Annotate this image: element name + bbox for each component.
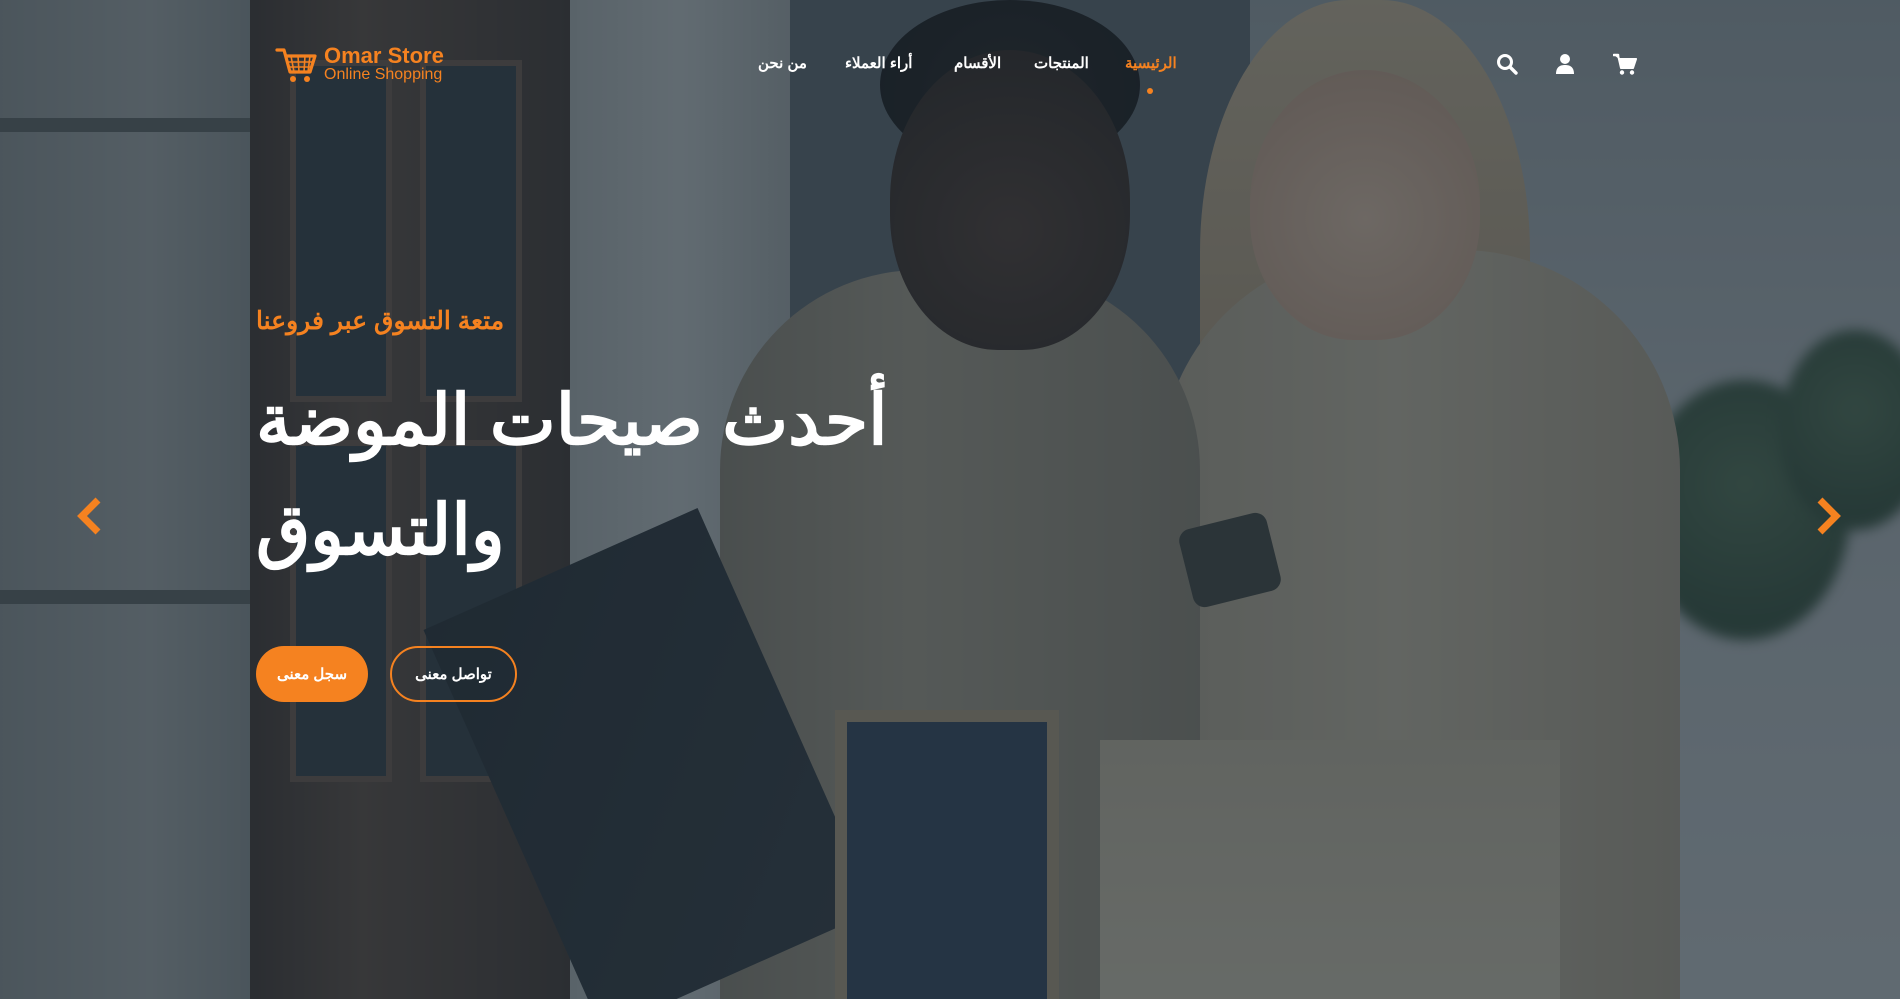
chevron-right-icon[interactable]: [1812, 494, 1846, 538]
nav-item-products[interactable]: المنتجات: [1034, 54, 1089, 72]
nav-item-testimonials[interactable]: أراء العملاء: [845, 54, 912, 72]
active-nav-indicator: [1147, 88, 1153, 94]
user-icon[interactable]: [1553, 52, 1577, 76]
chevron-left-icon[interactable]: [72, 494, 106, 538]
hero-headline: أحدث صيحات الموضة والتسوق: [256, 381, 888, 569]
register-button[interactable]: سجل معنى: [256, 646, 368, 702]
nav-item-home[interactable]: الرئيسية: [1125, 54, 1177, 72]
nav-item-categories[interactable]: الأقسام: [954, 54, 1001, 72]
search-icon[interactable]: [1495, 52, 1519, 76]
nav-item-about[interactable]: من نحن: [758, 54, 807, 72]
cart-icon[interactable]: [1613, 52, 1637, 76]
hero-section: Omar Store Online Shopping الرئيسية المن…: [0, 0, 1900, 999]
hero-eyebrow: متعة التسوق عبر فروعنا: [256, 307, 505, 335]
contact-button[interactable]: تواصل معنى: [390, 646, 517, 702]
site-header: Omar Store Online Shopping الرئيسية المن…: [0, 0, 1900, 130]
